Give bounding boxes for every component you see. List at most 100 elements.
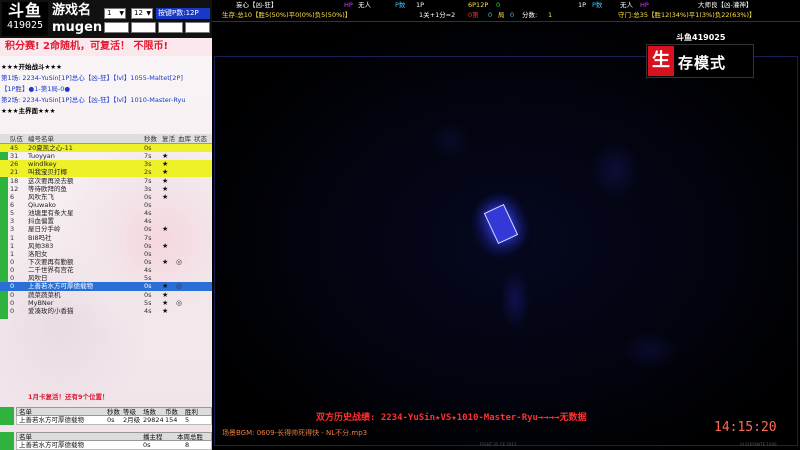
roster-seconds: 5s (144, 298, 152, 307)
option-toggle-3[interactable] (158, 22, 183, 33)
roster-row[interactable]: 26 windlkey 3s ★ (0, 160, 212, 169)
t1-col-coins: 币数 (165, 408, 178, 416)
game-label: 游戏名 (52, 3, 92, 18)
log-line: ★★★开始战斗★★★ (1, 63, 62, 71)
option-toggle-4[interactable] (185, 22, 210, 33)
room-watermark: 斗鱼419025 (676, 33, 726, 42)
roster-col-hp: 血库 (178, 135, 191, 143)
star-icon: ★ (162, 160, 169, 169)
roster-seconds: 0s (144, 249, 152, 258)
roster-team: 1 (10, 241, 15, 250)
mode-badge-seal: 生 (648, 46, 674, 76)
score-banner: 积分赛! 2命随机，可复活！ 不限币! (0, 38, 212, 56)
roster-row[interactable]: 0 蔬菜蔬菜机 0s ★ (0, 291, 212, 299)
roster-row[interactable]: 1 风帅383 0s ★ (0, 242, 212, 250)
option-toggle-1[interactable] (104, 22, 129, 33)
hotkey-button[interactable]: 按键P数:12P (156, 8, 210, 19)
roster-seconds: 0s (144, 225, 152, 234)
current-player-row[interactable]: 上善若水方可厚德载物 0s 2月级 29824 154 5 (16, 416, 212, 425)
roster-row[interactable]: 0 风吹日 5s (0, 274, 212, 282)
star-icon: ★ (162, 184, 169, 193)
roster-name: Tuoyyan (28, 152, 55, 161)
glow-effect (590, 140, 640, 200)
weekly-table-header: 名单 播主程 本周总胜 (16, 432, 212, 441)
chevron-down-icon: ▼ (146, 10, 151, 17)
logo-text: 斗鱼 (7, 1, 42, 20)
roster-row[interactable]: 31 Tuoyyan 7s ★ (0, 152, 212, 160)
center-rounds-label: 局 (498, 11, 505, 19)
roster-team: 0 (10, 274, 15, 283)
revive-ring-icon: ◎ (176, 257, 183, 266)
roster-team: 45 (10, 144, 19, 152)
roster-team: 0 (10, 257, 15, 266)
roster-team: 21 (10, 168, 19, 177)
option-toggle-2[interactable] (131, 22, 156, 33)
t2-host: 0s (143, 441, 151, 449)
roster-seconds: 7s (144, 233, 152, 242)
roster-row[interactable]: 21 叫我宝贝打椰 2s ★ (0, 168, 212, 177)
option-toggles (104, 22, 210, 33)
roster-name: 二千世界有宫花 (28, 266, 74, 275)
p1-status: 无人 (358, 1, 371, 9)
center-stage: 0第 (468, 11, 479, 19)
roster-seconds: 0s (144, 192, 152, 201)
roster-row[interactable]: 18 这次要再没去额 7s ★ (0, 177, 212, 185)
roster-row[interactable]: 0 二千世界有宫花 4s (0, 266, 212, 274)
roster-team: 0 (10, 306, 15, 315)
roster-row[interactable]: 0 下次要再有勤额 0s ★ ◎ (0, 258, 212, 266)
t1-col-name: 名单 (19, 408, 32, 416)
roster-seconds: 0s (144, 144, 152, 152)
roster-seconds: 3s (144, 160, 152, 169)
roster-team: 5 (10, 209, 15, 218)
footer-credit-2: VI ELEFANTE 1000 (740, 442, 777, 447)
roster-seconds: 4s (144, 209, 152, 218)
p1-p-label: P数 (395, 1, 406, 9)
roster-name: 抖血偏置 (28, 217, 54, 226)
roster-team: 0 (10, 290, 15, 299)
roster-row[interactable]: 0 MyBNer 5s ★ ◎ (0, 299, 212, 307)
roster-row[interactable]: 3 抖血偏置 4s (0, 217, 212, 225)
roster-row[interactable]: 6 Qiuwako 0s (0, 201, 212, 209)
revive-ring-icon: ◎ (176, 298, 183, 307)
roster-row[interactable]: 0 爱凑玫的小香猫 4s ★ (0, 307, 212, 315)
roster-row[interactable]: 5 池塘里有条大星 4s (0, 209, 212, 217)
player-count-select[interactable]: 1 ▼ (104, 8, 126, 19)
roster-seconds: 7s (144, 152, 152, 161)
roster-seconds: 2s (144, 168, 152, 177)
history-record: 双方历史战绩: 2234-YuSin★VS★1010-Master-Ryu→→→… (316, 413, 587, 423)
roster-team: 12 (10, 184, 19, 193)
roster-row[interactable]: 1 洛阳女 0s (0, 250, 212, 258)
roster-row[interactable]: 6 风吹东飞 0s ★ (0, 193, 212, 201)
roster-team: 6 (10, 200, 15, 209)
roster-row[interactable]: 1 BI8吗社 7s (0, 234, 212, 242)
roster-row[interactable]: 12 等待欧拜的鱼 3s ★ (0, 185, 212, 193)
roster-row[interactable]: 45 20夏凯之心-11 0s (0, 144, 212, 153)
p1-hp-label: HP (344, 1, 353, 9)
current-player-table-header: 名单 秒数 等级 场数 币数 胜利 (16, 407, 212, 416)
star-icon: ★ (162, 257, 169, 266)
weekly-row[interactable]: 上善若水方可厚德载物 0s 8 (16, 441, 212, 450)
player-roster: 45 20夏凯之心-11 0s 31 Tuoyyan 7s ★ 26 windlkey 3s ★ 21… (0, 144, 212, 315)
roster-name: 洛阳女 (28, 249, 48, 258)
center-round: 1关+1分=2 (419, 11, 456, 19)
log-line: 第2场: 2234-YuSin[1P]总心【凶-狂】【lvl】1010-Mast… (1, 96, 186, 104)
roster-header: 队伍 编号名单 秒数 复活 血库 状态 (0, 134, 212, 144)
revive-tip: 1月卡复活！还有9个位置！ (28, 393, 109, 401)
roster-row[interactable]: 3 屋日分手岭 0s ★ (0, 225, 212, 233)
glow-effect (500, 270, 530, 330)
t1-col-seconds: 秒数 (107, 408, 120, 416)
star-icon: ★ (162, 152, 169, 161)
roster-team: 3 (10, 225, 15, 234)
roster-seconds: 4s (144, 306, 152, 315)
roster-col-name: 编号名单 (28, 135, 54, 143)
star-icon: ★ (162, 290, 169, 299)
roster-row[interactable]: 0 上善若水方可厚德载物 0s ★ ◎ (0, 282, 212, 291)
roster-team: 0 (10, 266, 15, 275)
roster-name: 爱凑玫的小香猫 (28, 306, 74, 315)
star-icon: ★ (162, 306, 169, 315)
roster-seconds: 0s (144, 282, 152, 291)
roster-team: 18 (10, 176, 19, 185)
roster-team: 26 (10, 160, 19, 169)
key-count-select[interactable]: 12 ▼ (131, 8, 153, 19)
star-icon: ★ (162, 176, 169, 185)
